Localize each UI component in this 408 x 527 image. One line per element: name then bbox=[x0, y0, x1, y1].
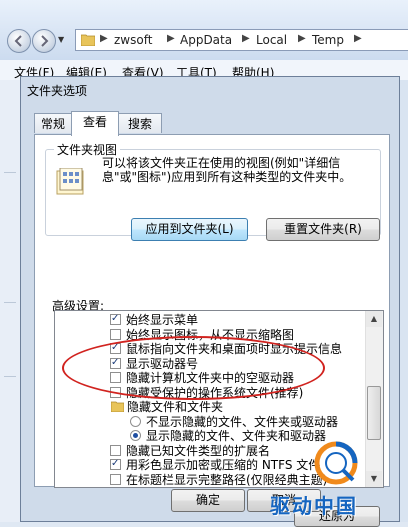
apply-to-folders-button[interactable]: 应用到文件夹(L) bbox=[131, 218, 248, 241]
checkbox[interactable] bbox=[110, 444, 121, 456]
reset-folders-button[interactable]: 重置文件夹(R) bbox=[266, 218, 380, 241]
advanced-setting-label: 显示驱动器号 bbox=[126, 356, 199, 371]
breadcrumb-separator-icon[interactable]: ▶ bbox=[354, 33, 362, 44]
checkbox[interactable] bbox=[110, 328, 121, 340]
navigation-pane-edge bbox=[0, 80, 20, 522]
advanced-setting-label: 隐藏受保护的操作系统文件(推荐) bbox=[126, 385, 304, 400]
explorer-toolbar: ▼ ▶ zwsoft ▶ AppData ▶ Local ▶ Temp ▶ bbox=[0, 0, 408, 66]
ok-button[interactable]: 确定 bbox=[171, 489, 245, 512]
advanced-setting-label: 用彩色显示加密或压缩的 NTFS 文件 bbox=[126, 458, 321, 472]
checkbox[interactable] bbox=[110, 356, 121, 370]
checkbox[interactable] bbox=[110, 473, 121, 485]
advanced-setting-label: 隐藏文件和文件夹 bbox=[127, 400, 224, 414]
arrow-right-icon bbox=[41, 35, 49, 47]
breadcrumb-local[interactable]: Local bbox=[256, 33, 287, 47]
breadcrumb-separator-icon[interactable]: ▶ bbox=[100, 33, 108, 44]
advanced-settings-list[interactable]: 始终显示菜单始终显示图标，从不显示缩略图鼠标指向文件夹和桌面项时显示提示信息显示… bbox=[54, 310, 384, 488]
breadcrumb-separator-icon[interactable]: ▶ bbox=[167, 33, 175, 44]
advanced-setting-label: 在单独的进程中打开文件夹窗口 bbox=[126, 487, 294, 488]
forward-button[interactable] bbox=[32, 29, 56, 53]
back-button[interactable] bbox=[7, 29, 31, 53]
recent-pages-chevron-icon[interactable]: ▼ bbox=[58, 35, 68, 45]
breadcrumb-separator-icon[interactable]: ▶ bbox=[242, 33, 250, 44]
breadcrumb-temp[interactable]: Temp bbox=[312, 33, 344, 47]
divider bbox=[4, 376, 16, 377]
tab-view[interactable]: 查看 bbox=[71, 111, 119, 136]
checkbox[interactable] bbox=[110, 372, 121, 383]
watermark-text: 驱动中国 bbox=[270, 494, 358, 518]
breadcrumb-appdata[interactable]: AppData bbox=[180, 33, 232, 47]
checkbox[interactable] bbox=[110, 341, 121, 355]
radio-button[interactable] bbox=[130, 430, 141, 441]
folder-options-dialog: 文件夹选项 常规 查看 搜索 文件夹视图 可以将该文件夹正在使用的视图(例如"详… bbox=[20, 76, 400, 527]
folder-view-icon bbox=[56, 168, 84, 195]
folder-icon bbox=[81, 34, 95, 46]
dialog-title: 文件夹选项 bbox=[27, 84, 88, 98]
arrow-left-icon bbox=[14, 35, 22, 47]
advanced-setting-label: 不显示隐藏的文件、文件夹或驱动器 bbox=[146, 414, 339, 429]
divider bbox=[4, 172, 16, 173]
advanced-setting-label: 始终显示图标，从不显示缩略图 bbox=[126, 327, 295, 342]
breadcrumb-zwsoft[interactable]: zwsoft bbox=[114, 33, 152, 47]
radio-button[interactable] bbox=[130, 415, 141, 427]
scroll-up-icon[interactable]: ▲ bbox=[366, 311, 382, 327]
scroll-down-icon[interactable]: ▼ bbox=[366, 471, 382, 487]
checkbox[interactable] bbox=[110, 312, 121, 326]
tab-general[interactable]: 常规 bbox=[34, 113, 72, 133]
advanced-setting-label: 鼠标指向文件夹和桌面项时显示提示信息 bbox=[126, 342, 343, 356]
view-tab-panel: 文件夹视图 可以将该文件夹正在使用的视图(例如"详细信息"或"图标")应用到所有… bbox=[34, 134, 390, 527]
folder-icon bbox=[111, 401, 124, 412]
advanced-setting-label: 隐藏已知文件类型的扩展名 bbox=[126, 443, 271, 458]
checkbox[interactable] bbox=[110, 386, 121, 398]
checkbox[interactable] bbox=[110, 457, 121, 471]
advanced-setting-label: 显示隐藏的文件、文件夹和驱动器 bbox=[146, 429, 327, 443]
advanced-setting-label: 隐藏计算机文件夹中的空驱动器 bbox=[126, 371, 295, 385]
scrollbar[interactable]: ▲ ▼ bbox=[365, 311, 383, 487]
address-bar[interactable]: ▶ zwsoft ▶ AppData ▶ Local ▶ Temp ▶ bbox=[75, 29, 408, 51]
tab-search[interactable]: 搜索 bbox=[118, 113, 162, 133]
scrollbar-thumb[interactable] bbox=[367, 386, 381, 440]
divider bbox=[4, 302, 16, 303]
folder-views-group: 文件夹视图 可以将该文件夹正在使用的视图(例如"详细信息"或"图标")应用到所有… bbox=[45, 141, 381, 241]
breadcrumb-separator-icon[interactable]: ▶ bbox=[298, 33, 306, 44]
advanced-setting-label: 始终显示菜单 bbox=[126, 313, 199, 327]
folder-views-description: 可以将该文件夹正在使用的视图(例如"详细信息"或"图标")应用到所有这种类型的文… bbox=[102, 156, 352, 184]
advanced-setting-label: 在标题栏显示完整路径(仅限经典主题) bbox=[126, 472, 328, 487]
